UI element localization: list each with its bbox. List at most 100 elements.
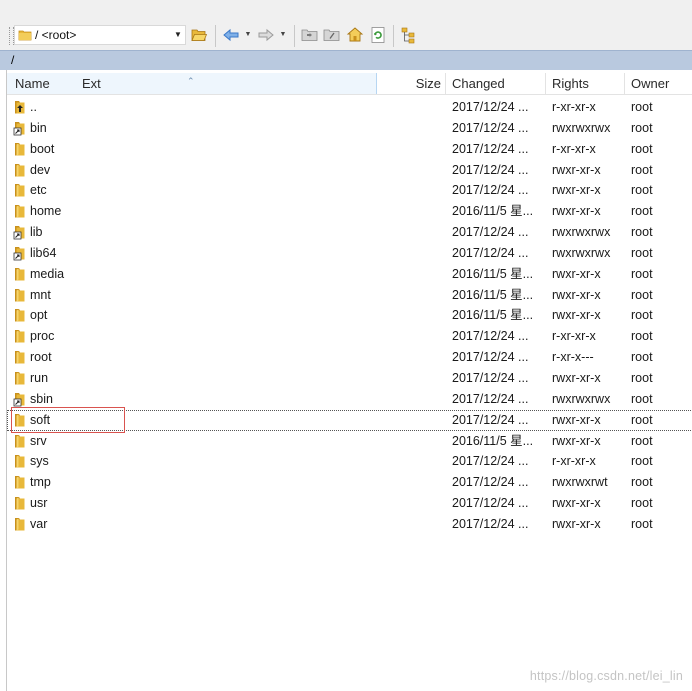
file-owner: root bbox=[631, 204, 653, 219]
file-owner: root bbox=[631, 120, 653, 135]
parent-folder-icon bbox=[13, 99, 29, 115]
file-changed: 2017/12/24 ... bbox=[452, 162, 529, 177]
file-rights: rwxr-xr-x bbox=[552, 287, 601, 302]
file-changed: 2017/12/24 ... bbox=[452, 100, 529, 114]
folder-icon bbox=[13, 266, 29, 282]
file-changed: 2017/12/24 ... bbox=[452, 370, 529, 385]
file-changed: 2017/12/24 ... bbox=[452, 454, 529, 469]
column-header-rights[interactable]: Rights bbox=[546, 73, 625, 94]
table-row[interactable]: boot 2017/12/24 ... r-xr-xr-x root bbox=[7, 139, 692, 160]
table-row[interactable]: .. 2017/12/24 ... r-xr-xr-x root bbox=[7, 97, 692, 118]
file-name: .. bbox=[30, 100, 37, 114]
folder-icon bbox=[13, 370, 29, 386]
file-owner: root bbox=[631, 308, 653, 323]
file-name: home bbox=[30, 204, 62, 219]
column-header-changed[interactable]: Changed bbox=[446, 73, 546, 94]
home-icon[interactable] bbox=[346, 26, 364, 44]
winscp-remote-panel: / <root> ▼ ▼ ▼ / Name Ext ⌃ Size Changed… bbox=[0, 0, 692, 691]
file-owner: root bbox=[631, 496, 653, 511]
file-changed: 2016/11/5 星... bbox=[452, 308, 534, 323]
table-row[interactable]: run 2017/12/24 ... rwxr-xr-x root bbox=[7, 368, 692, 389]
table-row[interactable]: home 2016/11/5 星... rwxr-xr-x root bbox=[7, 201, 692, 222]
table-row[interactable]: lib64 2017/12/24 ... rwxrwxrwx root bbox=[7, 243, 692, 264]
folder-link-icon bbox=[13, 120, 29, 136]
table-row[interactable]: dev 2017/12/24 ... rwxr-xr-x root bbox=[7, 160, 692, 181]
file-changed: 2017/12/24 ... bbox=[452, 496, 529, 511]
chevron-down-icon[interactable]: ▼ bbox=[173, 29, 183, 41]
file-name: dev bbox=[30, 162, 51, 177]
file-rights: rwxr-xr-x bbox=[552, 308, 601, 323]
table-row[interactable]: opt 2016/11/5 星... rwxr-xr-x root bbox=[7, 305, 692, 326]
watermark: https://blog.csdn.net/lei_lin bbox=[529, 669, 683, 683]
path-value: / <root> bbox=[35, 28, 77, 42]
folder-link-icon bbox=[13, 224, 29, 240]
file-rights: rwxrwxrwx bbox=[552, 245, 611, 260]
table-row[interactable]: usr 2017/12/24 ... rwxr-xr-x root bbox=[7, 493, 692, 514]
file-owner: root bbox=[631, 183, 653, 198]
table-row[interactable]: var 2017/12/24 ... rwxr-xr-x root bbox=[7, 514, 692, 535]
sort-ascending-icon: ⌃ bbox=[187, 76, 195, 86]
folder-icon bbox=[13, 474, 29, 490]
file-owner: root bbox=[631, 266, 653, 281]
file-owner: root bbox=[631, 391, 653, 406]
column-header-owner[interactable]: Owner bbox=[625, 73, 692, 94]
column-header-name[interactable]: Name Ext ⌃ bbox=[7, 73, 377, 94]
root-dir-icon[interactable] bbox=[323, 26, 341, 44]
forward-arrow-icon[interactable] bbox=[257, 26, 275, 44]
refresh-icon[interactable] bbox=[369, 26, 387, 44]
file-rights: rwxrwxrwx bbox=[552, 120, 611, 135]
file-changed: 2017/12/24 ... bbox=[452, 475, 529, 490]
table-row[interactable]: bin 2017/12/24 ... rwxrwxrwx root bbox=[7, 118, 692, 139]
file-rights: r-xr-xr-x bbox=[552, 100, 596, 114]
file-changed: 2016/11/5 星... bbox=[452, 266, 534, 281]
folder-icon bbox=[13, 349, 29, 365]
file-changed: 2017/12/24 ... bbox=[452, 350, 529, 365]
file-name: media bbox=[30, 266, 65, 281]
file-rights: rwxrwxrwt bbox=[552, 475, 608, 490]
file-changed: 2017/12/24 ... bbox=[452, 120, 529, 135]
table-row[interactable]: root 2017/12/24 ... r-xr-x--- root bbox=[7, 347, 692, 368]
file-changed: 2017/12/24 ... bbox=[452, 141, 529, 156]
table-row[interactable]: media 2016/11/5 星... rwxr-xr-x root bbox=[7, 264, 692, 285]
table-row[interactable]: lib 2017/12/24 ... rwxrwxrwx root bbox=[7, 222, 692, 243]
parent-dir-icon[interactable] bbox=[301, 26, 319, 44]
table-row[interactable]: sys 2017/12/24 ... r-xr-xr-x root bbox=[7, 451, 692, 472]
file-changed: 2016/11/5 星... bbox=[452, 433, 534, 448]
file-rights: rwxr-xr-x bbox=[552, 204, 601, 219]
column-header-size[interactable]: Size bbox=[377, 73, 446, 94]
table-row[interactable]: mnt 2016/11/5 星... rwxr-xr-x root bbox=[7, 285, 692, 306]
tree-icon[interactable] bbox=[400, 26, 418, 44]
file-changed: 2017/12/24 ... bbox=[452, 412, 529, 427]
back-arrow-icon[interactable] bbox=[222, 26, 240, 44]
path-combobox[interactable]: / <root> ▼ bbox=[14, 25, 186, 45]
file-rights: r-xr-xr-x bbox=[552, 141, 596, 156]
file-changed: 2016/11/5 星... bbox=[452, 287, 534, 302]
table-row[interactable]: srv 2016/11/5 星... rwxr-xr-x root bbox=[7, 431, 692, 452]
back-dropdown-icon[interactable]: ▼ bbox=[244, 31, 252, 38]
file-changed: 2017/12/24 ... bbox=[452, 245, 529, 260]
folder-icon bbox=[13, 287, 29, 303]
column-name-label: Name bbox=[15, 76, 50, 91]
file-rights: rwxr-xr-x bbox=[552, 496, 601, 511]
open-folder-icon[interactable] bbox=[190, 26, 208, 44]
file-owner: root bbox=[631, 100, 653, 114]
file-rights: rwxr-xr-x bbox=[552, 162, 601, 177]
table-row[interactable]: etc 2017/12/24 ... rwxr-xr-x root bbox=[7, 180, 692, 201]
folder-icon bbox=[13, 516, 29, 532]
file-owner: root bbox=[631, 516, 653, 531]
file-owner: root bbox=[631, 225, 653, 240]
file-name: lib bbox=[30, 225, 43, 240]
current-path: / bbox=[11, 53, 15, 67]
highlight-annotation-box bbox=[11, 407, 125, 433]
file-changed: 2017/12/24 ... bbox=[452, 391, 529, 406]
file-name: sys bbox=[30, 454, 49, 469]
toolbar-separator bbox=[393, 25, 394, 47]
folder-icon bbox=[13, 203, 29, 219]
file-list-panel[interactable]: Name Ext ⌃ Size Changed Rights Owner .. 2… bbox=[6, 70, 692, 691]
file-owner: root bbox=[631, 329, 653, 344]
table-row[interactable]: tmp 2017/12/24 ... rwxrwxrwt root bbox=[7, 472, 692, 493]
forward-dropdown-icon[interactable]: ▼ bbox=[279, 31, 287, 38]
file-owner: root bbox=[631, 412, 653, 427]
table-row[interactable]: proc 2017/12/24 ... r-xr-xr-x root bbox=[7, 326, 692, 347]
column-ext-label[interactable]: Ext bbox=[82, 73, 101, 94]
